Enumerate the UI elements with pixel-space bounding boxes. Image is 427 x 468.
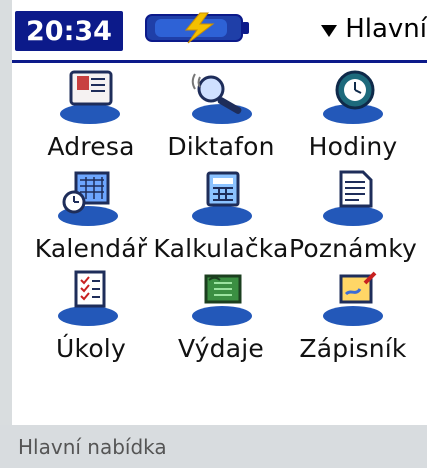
expenses-icon [192, 274, 252, 326]
app-notes[interactable]: Poznámky [284, 168, 422, 268]
app-label: Kalendář [34, 234, 148, 263]
app-notepad[interactable]: Zápisník [284, 268, 422, 368]
app-expenses[interactable]: Výdaje [152, 268, 290, 368]
dictaphone-icon [191, 73, 252, 124]
calendar-icon [58, 171, 118, 226]
clock-time[interactable]: 20:34 [15, 11, 123, 51]
status-bar: 20:34 Hlavní [12, 0, 427, 62]
notepad-icon [323, 271, 383, 326]
app-calendar[interactable]: Kalendář [22, 168, 160, 268]
app-tasks[interactable]: Úkoly [22, 268, 160, 368]
app-label: Výdaje [178, 334, 264, 363]
palm-os-screen: 20:34 Hlavní Adresa Diktafon Hodiny Kale… [0, 0, 427, 468]
device-frame [0, 0, 12, 425]
app-category-dropdown[interactable]: Hlavní [321, 14, 427, 44]
app-label: Adresa [47, 132, 135, 161]
clock-icon [323, 70, 383, 124]
app-calculator[interactable]: Kalkulačka [152, 168, 290, 268]
app-clock[interactable]: Hodiny [284, 66, 422, 166]
tasks-icon [58, 270, 118, 326]
app-label: Diktafon [167, 132, 275, 161]
notes-icon [323, 170, 383, 226]
app-label: Poznámky [288, 234, 418, 263]
app-dictaphone[interactable]: Diktafon [152, 66, 290, 166]
status-separator [12, 60, 427, 63]
calculator-icon [192, 171, 252, 226]
app-label: Úkoly [56, 334, 126, 363]
app-label: Hodiny [308, 132, 398, 161]
address-book-icon [60, 70, 120, 124]
battery-icon [145, 12, 249, 44]
dropdown-arrow-icon [321, 25, 338, 37]
caption-text: Hlavní nabídka [18, 434, 167, 459]
app-address[interactable]: Adresa [22, 66, 160, 166]
category-label: Hlavní [345, 14, 427, 44]
caption-bar: Hlavní nabídka [0, 425, 427, 468]
app-label: Zápisník [299, 334, 407, 363]
app-label: Kalkulačka [153, 234, 289, 263]
